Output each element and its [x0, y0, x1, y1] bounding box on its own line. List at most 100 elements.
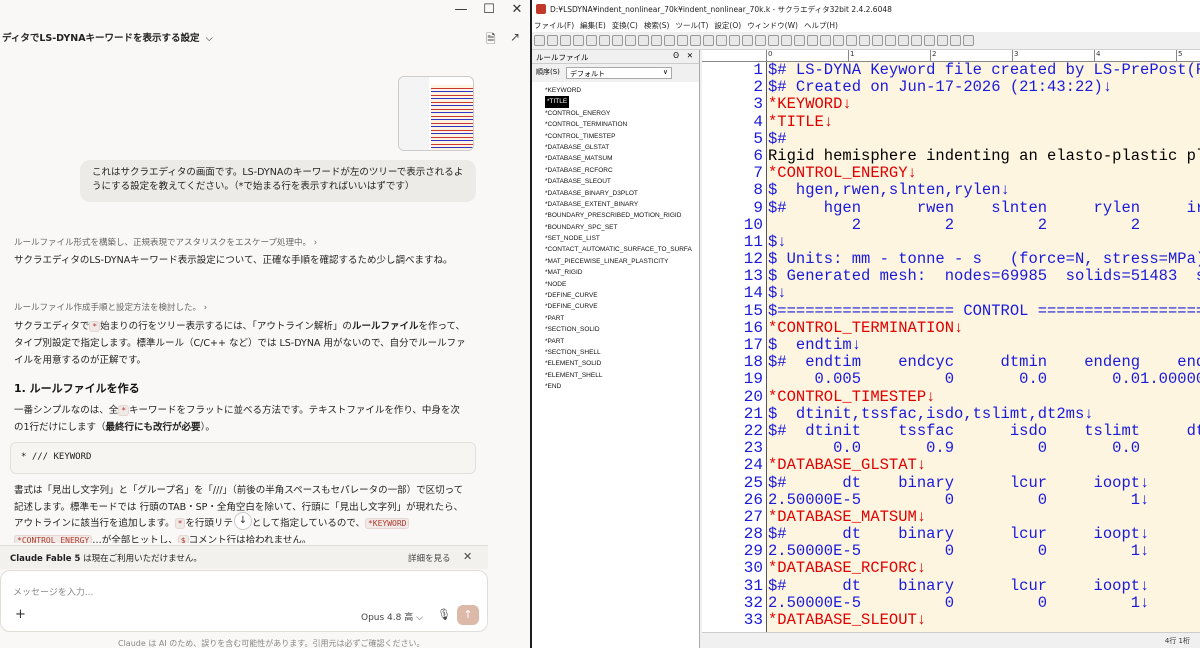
code-block[interactable]: * /// KEYWORD	[10, 442, 476, 474]
code-line[interactable]: $#	[767, 130, 1200, 148]
menu-item[interactable]: ファイル(F)	[534, 21, 574, 30]
toolbar-button-icon[interactable]	[885, 35, 896, 46]
toolbar-button-icon[interactable]	[924, 35, 935, 46]
toolbar-button-icon[interactable]	[625, 35, 636, 46]
outline-item[interactable]: *MAT_PIECEWISE_LINEAR_PLASTICITY	[544, 256, 700, 267]
toolbar-button-icon[interactable]	[547, 35, 558, 46]
outline-item[interactable]: *DEFINE_CURVE	[544, 290, 700, 301]
code-line[interactable]: *DATABASE_MATSUM↓	[767, 508, 1200, 526]
code-line[interactable]: 0.005 0 0.0 0.01.000000E8	[767, 371, 1200, 388]
toolbar-button-icon[interactable]	[560, 35, 571, 46]
code-line[interactable]: *CONTROL_TIMESTEP↓	[767, 388, 1200, 406]
outline-item[interactable]: *TITLE	[544, 96, 700, 108]
menu-item[interactable]: 設定(O)	[714, 21, 741, 30]
message-input[interactable]: メッセージを入力...	[13, 585, 93, 598]
code-line[interactable]: $=================== CONTROL ===========…	[767, 302, 1200, 320]
toolbar-button-icon[interactable]	[638, 35, 649, 46]
outline-item[interactable]: *DATABASE_SLEOUT	[544, 176, 700, 187]
outline-item[interactable]: *MAT_RIGID	[544, 267, 700, 278]
code-line[interactable]: $ hgen,rwen,slnten,rylen↓	[767, 182, 1200, 199]
toolbar-button-icon[interactable]	[729, 35, 740, 46]
outline-item[interactable]: *CONTROL_ENERGY	[544, 108, 700, 119]
toolbar-button-icon[interactable]	[937, 35, 948, 46]
code-line[interactable]: $ Generated mesh: nodes=69985 solids=514…	[767, 268, 1200, 285]
thinking-summary-2[interactable]: ルールファイル作成手順と設定方法を検討した。 ›	[14, 301, 207, 313]
toolbar-button-icon[interactable]	[950, 35, 961, 46]
toolbar-button-icon[interactable]	[677, 35, 688, 46]
toolbar-button-icon[interactable]	[586, 35, 597, 46]
toolbar-button-icon[interactable]	[599, 35, 610, 46]
menu-item[interactable]: ウィンドウ(W)	[747, 21, 798, 30]
toolbar-button-icon[interactable]	[781, 35, 792, 46]
pin-icon[interactable]: ʘ	[673, 51, 679, 60]
outline-item[interactable]: *ELEMENT_SOLID	[544, 358, 700, 369]
menu-item[interactable]: ヘルプ(H)	[804, 21, 838, 30]
toolbar-button-icon[interactable]	[820, 35, 831, 46]
outline-item[interactable]: *SET_NODE_LIST	[544, 233, 700, 244]
outline-item[interactable]: *KEYWORD	[544, 85, 700, 96]
close-window-icon[interactable]: ✕	[503, 2, 530, 17]
close-icon[interactable]: ✕	[687, 51, 693, 60]
code-line[interactable]: $# dtinit tssfac isdo tslimt dt2ms	[767, 422, 1200, 440]
code-line[interactable]: $# hgen rwen slnten rylen irgen	[767, 199, 1200, 217]
toolbar-button-icon[interactable]	[872, 35, 883, 46]
code-line[interactable]: $ Units: mm - tonne - s (force=N, stress…	[767, 250, 1200, 268]
menu-item[interactable]: 検索(S)	[644, 21, 670, 30]
code-line[interactable]: $↓	[767, 233, 1200, 251]
code-line[interactable]: *DATABASE_RCFORC↓	[767, 560, 1200, 577]
code-line[interactable]: 2.50000E-5 0 0 1↓	[767, 594, 1200, 612]
code-line[interactable]: *CONTROL_ENERGY↓	[767, 164, 1200, 182]
toolbar-button-icon[interactable]	[768, 35, 779, 46]
microphone-icon[interactable]: 🎙	[437, 608, 451, 621]
toolbar-button-icon[interactable]	[612, 35, 623, 46]
code-line[interactable]: $# dt binary lcur ioopt↓	[767, 474, 1200, 492]
model-selector[interactable]: Opus 4.8 高 ⌵	[361, 610, 423, 623]
toolbar-button-icon[interactable]	[755, 35, 766, 46]
scroll-down-button[interactable]: ↓	[234, 512, 252, 530]
toolbar-button-icon[interactable]	[664, 35, 675, 46]
toolbar-button-icon[interactable]	[833, 35, 844, 46]
outline-item[interactable]: *CONTROL_TERMINATION	[544, 119, 700, 130]
minimize-icon[interactable]: —	[447, 2, 475, 17]
toolbar-button-icon[interactable]	[534, 35, 545, 46]
menu-item[interactable]: 変換(C)	[612, 21, 638, 30]
code-line[interactable]: *KEYWORD↓	[767, 96, 1200, 113]
outline-item[interactable]: *DATABASE_MATSUM	[544, 153, 700, 164]
code-line[interactable]: $# endtim endcyc dtmin endeng endmas	[767, 353, 1200, 371]
outline-item[interactable]: *SECTION_SOLID	[544, 324, 700, 335]
code-line[interactable]: $ dtinit,tssfac,isdo,tslimt,dt2ms↓	[767, 405, 1200, 423]
outline-item[interactable]: *ELEMENT_SHELL	[544, 370, 700, 381]
toolbar-button-icon[interactable]	[690, 35, 701, 46]
toolbar-button-icon[interactable]	[716, 35, 727, 46]
outline-item[interactable]: *DATABASE_GLSTAT	[544, 142, 700, 153]
code-line[interactable]: *TITLE↓	[767, 113, 1200, 131]
code-area[interactable]: $# LS-DYNA Keyword file created by LS-Pr…	[766, 62, 1200, 648]
toolbar-button-icon[interactable]	[651, 35, 662, 46]
toolbar-button-icon[interactable]	[742, 35, 753, 46]
toolbar-button-icon[interactable]	[963, 35, 974, 46]
sort-order-select[interactable]: デフォルト	[566, 67, 672, 79]
outline-item[interactable]: *NODE	[544, 279, 700, 290]
code-line[interactable]: 0.0 0.9 0 0.0 0.0	[767, 439, 1200, 457]
menu-item[interactable]: 編集(E)	[580, 21, 606, 30]
outline-item[interactable]: *DATABASE_BINARY_D3PLOT	[544, 188, 700, 199]
code-line[interactable]: *DATABASE_SLEOUT↓	[767, 611, 1200, 629]
outline-item[interactable]: *BOUNDARY_PRESCRIBED_MOTION_RIGID	[544, 210, 700, 221]
code-line[interactable]: 2 2 2 2 2	[767, 216, 1200, 234]
toolbar-button-icon[interactable]	[794, 35, 805, 46]
outline-item[interactable]: *CONTACT_AUTOMATIC_SURFACE_TO_SURFA	[544, 244, 700, 255]
toolbar-button-icon[interactable]	[846, 35, 857, 46]
menu-item[interactable]: ツール(T)	[675, 21, 708, 30]
attached-screenshot-thumbnail[interactable]	[398, 76, 474, 151]
toolbar-button-icon[interactable]	[703, 35, 714, 46]
thinking-summary-1[interactable]: ルールファイル形式を構築し、正規表現でアスタリスクをエスケープ処理中。 ›	[14, 236, 317, 248]
outline-item[interactable]: *PART	[544, 336, 700, 347]
code-line[interactable]: Rigid hemisphere indenting an elasto-pla…	[767, 147, 1200, 165]
outline-item[interactable]: *DATABASE_EXTENT_BINARY	[544, 199, 700, 210]
code-line[interactable]: $# dt binary lcur ioopt↓	[767, 525, 1200, 543]
code-line[interactable]: 2.50000E-5 0 0 1↓	[767, 491, 1200, 509]
chevron-down-icon[interactable]: ⌵	[206, 33, 213, 44]
toolbar-button-icon[interactable]	[911, 35, 922, 46]
code-line[interactable]: $# LS-DYNA Keyword file created by LS-Pr…	[767, 62, 1200, 79]
outline-item[interactable]: *PART	[544, 313, 700, 324]
